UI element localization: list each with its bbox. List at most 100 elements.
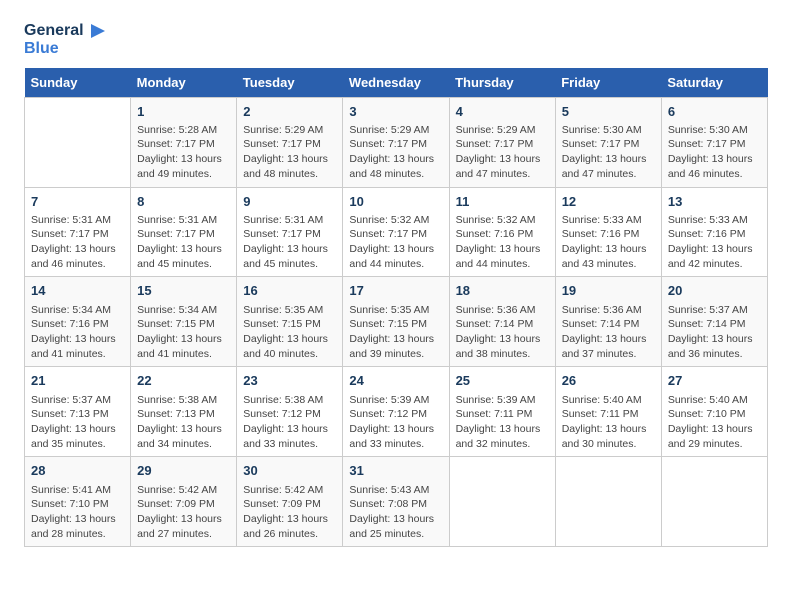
day-info: Sunrise: 5:42 AM Sunset: 7:09 PM Dayligh… bbox=[243, 483, 336, 542]
day-number: 20 bbox=[668, 282, 761, 300]
day-number: 1 bbox=[137, 103, 230, 121]
calendar-cell: 5Sunrise: 5:30 AM Sunset: 7:17 PM Daylig… bbox=[555, 97, 661, 187]
day-number: 16 bbox=[243, 282, 336, 300]
calendar-cell: 14 Sunrise: 5:34 AM Sunset: 7:16 PM Dayli… bbox=[25, 277, 131, 367]
calendar-cell: 26 Sunrise: 5:40 AM Sunset: 7:11 PM Dayli… bbox=[555, 367, 661, 457]
day-info: Sunrise: 5:29 AM Sunset: 7:17 PM Dayligh… bbox=[349, 123, 442, 182]
calendar-cell: 31 Sunrise: 5:43 AM Sunset: 7:08 PM Dayli… bbox=[343, 457, 449, 547]
day-info: Sunrise: 5:31 AM Sunset: 7:17 PM Dayligh… bbox=[137, 213, 230, 272]
logo-arrow-icon bbox=[87, 20, 109, 42]
column-header-wednesday: Wednesday bbox=[343, 68, 449, 98]
day-info: Sunrise: 5:36 AM Sunset: 7:14 PM Dayligh… bbox=[456, 303, 549, 362]
day-info: Sunrise: 5:31 AM Sunset: 7:17 PM Dayligh… bbox=[243, 213, 336, 272]
logo-text-general: General bbox=[24, 22, 84, 40]
day-info: Sunrise: 5:41 AM Sunset: 7:10 PM Dayligh… bbox=[31, 483, 124, 542]
column-header-thursday: Thursday bbox=[449, 68, 555, 98]
calendar-cell bbox=[555, 457, 661, 547]
calendar-cell bbox=[449, 457, 555, 547]
day-info: Sunrise: 5:39 AM Sunset: 7:11 PM Dayligh… bbox=[456, 393, 549, 452]
logo: General Blue bbox=[24, 20, 109, 58]
day-number: 15 bbox=[137, 282, 230, 300]
day-info: Sunrise: 5:40 AM Sunset: 7:10 PM Dayligh… bbox=[668, 393, 761, 452]
day-info: Sunrise: 5:34 AM Sunset: 7:16 PM Dayligh… bbox=[31, 303, 124, 362]
day-info: Sunrise: 5:37 AM Sunset: 7:13 PM Dayligh… bbox=[31, 393, 124, 452]
day-info: Sunrise: 5:37 AM Sunset: 7:14 PM Dayligh… bbox=[668, 303, 761, 362]
calendar-cell: 11 Sunrise: 5:32 AM Sunset: 7:16 PM Dayli… bbox=[449, 187, 555, 277]
calendar-cell: 8Sunrise: 5:31 AM Sunset: 7:17 PM Daylig… bbox=[131, 187, 237, 277]
day-info: Sunrise: 5:39 AM Sunset: 7:12 PM Dayligh… bbox=[349, 393, 442, 452]
column-header-friday: Friday bbox=[555, 68, 661, 98]
calendar-cell bbox=[25, 97, 131, 187]
calendar-cell: 10 Sunrise: 5:32 AM Sunset: 7:17 PM Dayli… bbox=[343, 187, 449, 277]
day-number: 3 bbox=[349, 103, 442, 121]
day-number: 6 bbox=[668, 103, 761, 121]
header: General Blue bbox=[24, 20, 768, 58]
day-info: Sunrise: 5:43 AM Sunset: 7:08 PM Dayligh… bbox=[349, 483, 442, 542]
day-info: Sunrise: 5:32 AM Sunset: 7:17 PM Dayligh… bbox=[349, 213, 442, 272]
calendar-cell: 1Sunrise: 5:28 AM Sunset: 7:17 PM Daylig… bbox=[131, 97, 237, 187]
day-info: Sunrise: 5:33 AM Sunset: 7:16 PM Dayligh… bbox=[562, 213, 655, 272]
calendar-cell: 25 Sunrise: 5:39 AM Sunset: 7:11 PM Dayli… bbox=[449, 367, 555, 457]
calendar-cell: 21 Sunrise: 5:37 AM Sunset: 7:13 PM Dayli… bbox=[25, 367, 131, 457]
calendar-cell: 23 Sunrise: 5:38 AM Sunset: 7:12 PM Dayli… bbox=[237, 367, 343, 457]
column-header-saturday: Saturday bbox=[661, 68, 767, 98]
day-number: 17 bbox=[349, 282, 442, 300]
week-row-3: 14 Sunrise: 5:34 AM Sunset: 7:16 PM Dayli… bbox=[25, 277, 768, 367]
day-info: Sunrise: 5:34 AM Sunset: 7:15 PM Dayligh… bbox=[137, 303, 230, 362]
week-row-1: 1Sunrise: 5:28 AM Sunset: 7:17 PM Daylig… bbox=[25, 97, 768, 187]
day-info: Sunrise: 5:32 AM Sunset: 7:16 PM Dayligh… bbox=[456, 213, 549, 272]
column-header-monday: Monday bbox=[131, 68, 237, 98]
day-number: 22 bbox=[137, 372, 230, 390]
calendar-cell: 4Sunrise: 5:29 AM Sunset: 7:17 PM Daylig… bbox=[449, 97, 555, 187]
day-number: 31 bbox=[349, 462, 442, 480]
day-info: Sunrise: 5:30 AM Sunset: 7:17 PM Dayligh… bbox=[668, 123, 761, 182]
day-number: 25 bbox=[456, 372, 549, 390]
calendar-cell: 27 Sunrise: 5:40 AM Sunset: 7:10 PM Dayli… bbox=[661, 367, 767, 457]
day-number: 27 bbox=[668, 372, 761, 390]
calendar-cell: 22 Sunrise: 5:38 AM Sunset: 7:13 PM Dayli… bbox=[131, 367, 237, 457]
day-number: 18 bbox=[456, 282, 549, 300]
week-row-2: 7Sunrise: 5:31 AM Sunset: 7:17 PM Daylig… bbox=[25, 187, 768, 277]
day-number: 10 bbox=[349, 193, 442, 211]
day-info: Sunrise: 5:29 AM Sunset: 7:17 PM Dayligh… bbox=[243, 123, 336, 182]
column-header-sunday: Sunday bbox=[25, 68, 131, 98]
day-number: 19 bbox=[562, 282, 655, 300]
calendar-cell: 15 Sunrise: 5:34 AM Sunset: 7:15 PM Dayli… bbox=[131, 277, 237, 367]
calendar-cell: 18 Sunrise: 5:36 AM Sunset: 7:14 PM Dayli… bbox=[449, 277, 555, 367]
calendar-cell bbox=[661, 457, 767, 547]
calendar-cell: 30 Sunrise: 5:42 AM Sunset: 7:09 PM Dayli… bbox=[237, 457, 343, 547]
day-number: 23 bbox=[243, 372, 336, 390]
day-info: Sunrise: 5:29 AM Sunset: 7:17 PM Dayligh… bbox=[456, 123, 549, 182]
day-number: 24 bbox=[349, 372, 442, 390]
calendar-cell: 19 Sunrise: 5:36 AM Sunset: 7:14 PM Dayli… bbox=[555, 277, 661, 367]
calendar-table: SundayMondayTuesdayWednesdayThursdayFrid… bbox=[24, 68, 768, 548]
day-info: Sunrise: 5:42 AM Sunset: 7:09 PM Dayligh… bbox=[137, 483, 230, 542]
day-info: Sunrise: 5:36 AM Sunset: 7:14 PM Dayligh… bbox=[562, 303, 655, 362]
calendar-cell: 17 Sunrise: 5:35 AM Sunset: 7:15 PM Dayli… bbox=[343, 277, 449, 367]
calendar-cell: 6 Sunrise: 5:30 AM Sunset: 7:17 PM Daylig… bbox=[661, 97, 767, 187]
calendar-cell: 16Sunrise: 5:35 AM Sunset: 7:15 PM Dayli… bbox=[237, 277, 343, 367]
day-number: 30 bbox=[243, 462, 336, 480]
calendar-cell: 28 Sunrise: 5:41 AM Sunset: 7:10 PM Dayli… bbox=[25, 457, 131, 547]
logo-text-blue: Blue bbox=[24, 40, 109, 58]
day-info: Sunrise: 5:35 AM Sunset: 7:15 PM Dayligh… bbox=[349, 303, 442, 362]
calendar-cell: 20 Sunrise: 5:37 AM Sunset: 7:14 PM Dayli… bbox=[661, 277, 767, 367]
day-number: 29 bbox=[137, 462, 230, 480]
day-number: 2 bbox=[243, 103, 336, 121]
week-row-5: 28 Sunrise: 5:41 AM Sunset: 7:10 PM Dayli… bbox=[25, 457, 768, 547]
day-number: 26 bbox=[562, 372, 655, 390]
calendar-cell: 3 Sunrise: 5:29 AM Sunset: 7:17 PM Daylig… bbox=[343, 97, 449, 187]
calendar-cell: 24 Sunrise: 5:39 AM Sunset: 7:12 PM Dayli… bbox=[343, 367, 449, 457]
day-number: 11 bbox=[456, 193, 549, 211]
day-number: 28 bbox=[31, 462, 124, 480]
calendar-cell: 7Sunrise: 5:31 AM Sunset: 7:17 PM Daylig… bbox=[25, 187, 131, 277]
week-row-4: 21 Sunrise: 5:37 AM Sunset: 7:13 PM Dayli… bbox=[25, 367, 768, 457]
day-info: Sunrise: 5:38 AM Sunset: 7:12 PM Dayligh… bbox=[243, 393, 336, 452]
calendar-cell: 2 Sunrise: 5:29 AM Sunset: 7:17 PM Daylig… bbox=[237, 97, 343, 187]
day-info: Sunrise: 5:40 AM Sunset: 7:11 PM Dayligh… bbox=[562, 393, 655, 452]
calendar-cell: 9Sunrise: 5:31 AM Sunset: 7:17 PM Daylig… bbox=[237, 187, 343, 277]
day-info: Sunrise: 5:38 AM Sunset: 7:13 PM Dayligh… bbox=[137, 393, 230, 452]
header-row: SundayMondayTuesdayWednesdayThursdayFrid… bbox=[25, 68, 768, 98]
day-number: 14 bbox=[31, 282, 124, 300]
day-number: 21 bbox=[31, 372, 124, 390]
